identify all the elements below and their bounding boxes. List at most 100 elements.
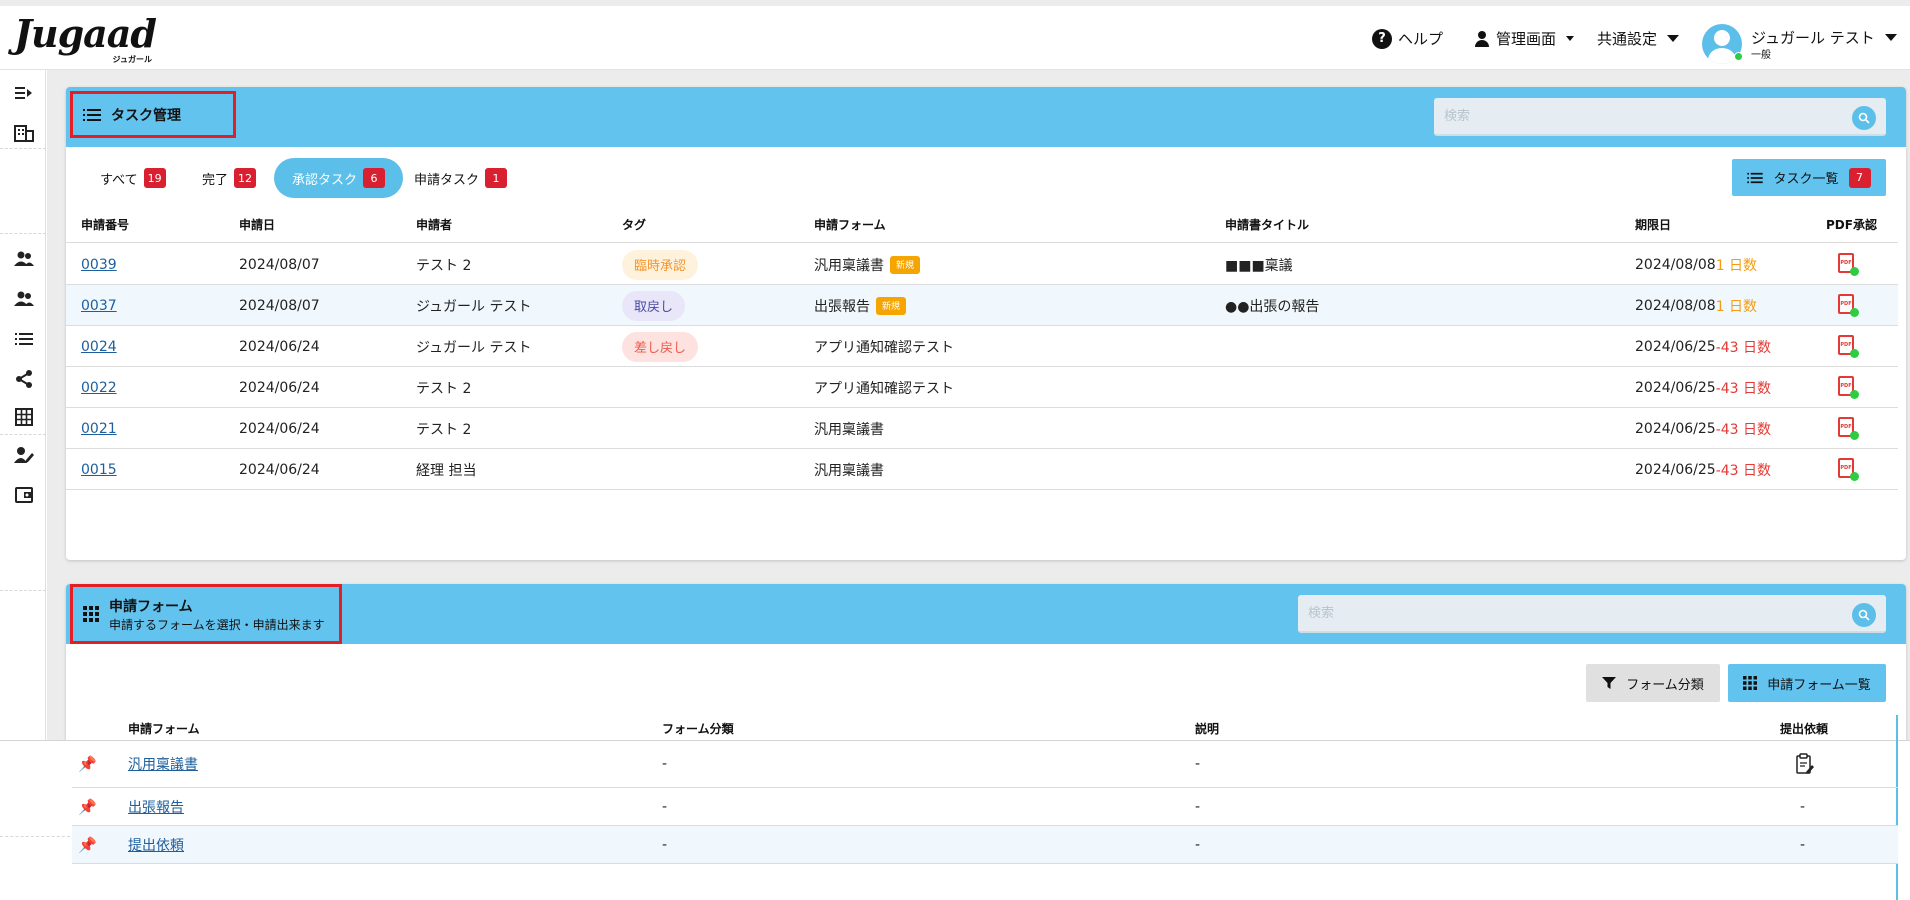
search-icon[interactable] bbox=[1852, 603, 1876, 627]
table-icon[interactable] bbox=[13, 406, 35, 428]
user-menu[interactable]: ジュガール テスト bbox=[1751, 27, 1897, 48]
user-edit-icon[interactable] bbox=[13, 444, 35, 466]
admin-menu[interactable]: 管理画面 bbox=[1474, 28, 1575, 49]
applicant-cell: 経理 担当 bbox=[416, 462, 477, 479]
form-panel-subtitle: 申請するフォームを選択・申請出来ます bbox=[109, 617, 325, 632]
request-number-cell[interactable]: 0037 bbox=[81, 285, 117, 326]
pdf-approve-icon[interactable]: PDF bbox=[1838, 293, 1860, 318]
applicant-cell: ジュガール テスト bbox=[416, 298, 532, 315]
count-badge: 7 bbox=[1848, 167, 1871, 188]
pin-icon[interactable]: 📌 bbox=[78, 788, 97, 825]
help-icon: ? bbox=[1372, 28, 1392, 49]
pdf-approve-cell[interactable]: PDF bbox=[1838, 408, 1868, 449]
filter-tab-label: 申請タスク bbox=[414, 172, 480, 188]
days-remaining: -43 日数 bbox=[1715, 462, 1772, 479]
form-name: 汎用稟議書 bbox=[814, 462, 884, 479]
filter-tab-all[interactable]: すべて 19 bbox=[82, 158, 184, 198]
table-row[interactable]: 0015 2024/06/24 経理 担当 汎用稟議書 2024/06/25 -43 日数… bbox=[66, 449, 1898, 490]
pin-icon[interactable]: 📌 bbox=[78, 826, 97, 863]
form-name-cell[interactable]: 提出依頼 bbox=[128, 826, 184, 863]
logo[interactable]: Jugaad ジュガール bbox=[14, 11, 157, 65]
table-row[interactable]: 0021 2024/06/24 テスト 2 汎用稟議書 2024/06/25 -43 日数… bbox=[66, 408, 1898, 449]
grid-icon bbox=[83, 606, 99, 622]
pdf-approve-icon[interactable]: PDF bbox=[1838, 416, 1860, 441]
request-number-link[interactable]: 0022 bbox=[81, 380, 117, 396]
pin-icon[interactable]: 📌 bbox=[78, 741, 97, 787]
search-icon[interactable] bbox=[1852, 106, 1876, 130]
form-panel-title: 申請フォーム 申請するフォームを選択・申請出来ます bbox=[70, 584, 342, 644]
form-name-cell[interactable]: 汎用稟議書 bbox=[128, 741, 198, 787]
pdf-approve-cell[interactable]: PDF bbox=[1838, 367, 1868, 408]
pdf-approve-cell[interactable]: PDF bbox=[1838, 449, 1868, 490]
filter-tab-approval[interactable]: 承認タスク 6 bbox=[274, 158, 404, 198]
column-header: PDF承認 bbox=[1826, 218, 1877, 232]
form-name-link[interactable]: 汎用稟議書 bbox=[128, 754, 198, 774]
table-row[interactable]: 0039 2024/08/07 テスト 2 臨時承認 汎用稟議書 新規 ■■■稟議 2024/… bbox=[66, 244, 1898, 285]
chevron-down-icon bbox=[1884, 34, 1897, 41]
share-icon[interactable] bbox=[13, 368, 35, 390]
user-role: 一般 bbox=[1751, 50, 1771, 61]
tag-badge: 取戻し bbox=[622, 290, 686, 321]
table-row[interactable]: 0022 2024/06/24 テスト 2 アプリ通知確認テスト 2024/06/25-… bbox=[66, 367, 1898, 408]
deadline-date: 2024/08/08 bbox=[1635, 297, 1716, 314]
task-search-input[interactable] bbox=[1434, 98, 1886, 134]
request-number-link[interactable]: 0021 bbox=[81, 421, 117, 437]
list-item[interactable]: 📌 汎用稟議書 - - bbox=[72, 741, 1898, 788]
deadline-date: 2024/08/08 bbox=[1635, 256, 1716, 273]
pdf-approve-cell[interactable]: PDF bbox=[1838, 285, 1868, 326]
form-category-button[interactable]: フォーム分類 bbox=[1586, 664, 1720, 702]
logo-text: Jugaad bbox=[14, 11, 157, 56]
pdf-approve-cell[interactable]: PDF bbox=[1838, 244, 1868, 285]
request-number-link[interactable]: 0024 bbox=[81, 339, 117, 355]
count-badge: 19 bbox=[143, 168, 166, 188]
days-remaining: -43 日数 bbox=[1715, 421, 1772, 438]
pdf-approve-icon[interactable]: PDF bbox=[1838, 457, 1860, 482]
filter-tab-completed[interactable]: 完了 12 bbox=[184, 158, 274, 198]
submit-request-icon[interactable] bbox=[1796, 741, 1814, 787]
users-icon[interactable] bbox=[13, 248, 35, 270]
form-list-button[interactable]: 申請フォーム一覧 bbox=[1728, 664, 1886, 702]
form-cell: アプリ通知確認テスト bbox=[814, 367, 954, 408]
list-item[interactable]: 📌 提出依頼 - - - bbox=[72, 826, 1898, 864]
form-name-cell[interactable]: 出張報告 bbox=[128, 788, 184, 825]
document-title-cell: ■■■稟議 bbox=[1225, 257, 1293, 274]
pdf-approve-icon[interactable]: PDF bbox=[1838, 252, 1860, 277]
request-number-cell[interactable]: 0021 bbox=[81, 408, 117, 449]
request-number-cell[interactable]: 0039 bbox=[81, 244, 117, 285]
groups-icon[interactable] bbox=[13, 288, 35, 310]
list-item[interactable]: 📌 出張報告 - - - bbox=[72, 788, 1898, 826]
request-number-link[interactable]: 0037 bbox=[81, 298, 117, 314]
count-badge: 12 bbox=[234, 168, 257, 188]
filter-tab-request[interactable]: 申請タスク 1 bbox=[396, 158, 525, 198]
request-number-cell[interactable]: 0015 bbox=[81, 449, 117, 490]
submit-request-cell: - bbox=[1800, 836, 1806, 853]
request-number-cell[interactable]: 0024 bbox=[81, 326, 117, 367]
task-list-button[interactable]: タスク一覧 7 bbox=[1732, 159, 1886, 196]
form-name: アプリ通知確認テスト bbox=[814, 380, 954, 397]
submit-request-cell: - bbox=[1800, 798, 1806, 815]
form-name-link[interactable]: 出張報告 bbox=[128, 797, 184, 817]
help-link[interactable]: ? ヘルプ bbox=[1372, 28, 1443, 49]
menu-expand-icon[interactable] bbox=[13, 82, 35, 104]
list-icon[interactable] bbox=[13, 328, 35, 350]
wallet-icon[interactable] bbox=[13, 484, 35, 506]
form-name-link[interactable]: 提出依頼 bbox=[128, 835, 184, 855]
form-search-input[interactable] bbox=[1298, 595, 1886, 631]
grid-icon bbox=[1743, 676, 1758, 690]
building-icon[interactable] bbox=[13, 122, 35, 144]
pdf-approve-icon[interactable]: PDF bbox=[1838, 334, 1860, 359]
table-row[interactable]: 0024 2024/06/24 ジュガール テスト 差し戻し アプリ通知確認テスト 202… bbox=[66, 326, 1898, 367]
list-icon bbox=[83, 108, 101, 121]
common-settings-menu[interactable]: 共通設定 bbox=[1597, 28, 1680, 49]
table-row[interactable]: 0037 2024/08/07 ジュガール テスト 取戻し 出張報告 新規 ●●出張の報告 2… bbox=[66, 285, 1898, 326]
help-label: ヘルプ bbox=[1398, 30, 1444, 48]
request-number-link[interactable]: 0039 bbox=[81, 257, 117, 273]
request-date-cell: 2024/08/07 bbox=[239, 297, 320, 314]
request-number-cell[interactable]: 0022 bbox=[81, 367, 117, 408]
applicant-cell: テスト 2 bbox=[416, 421, 472, 438]
form-name: 出張報告 bbox=[814, 298, 870, 315]
pdf-approve-icon[interactable]: PDF bbox=[1838, 375, 1860, 400]
request-number-link[interactable]: 0015 bbox=[81, 462, 117, 478]
form-name: 汎用稟議書 bbox=[814, 257, 884, 274]
pdf-approve-cell[interactable]: PDF bbox=[1838, 326, 1868, 367]
